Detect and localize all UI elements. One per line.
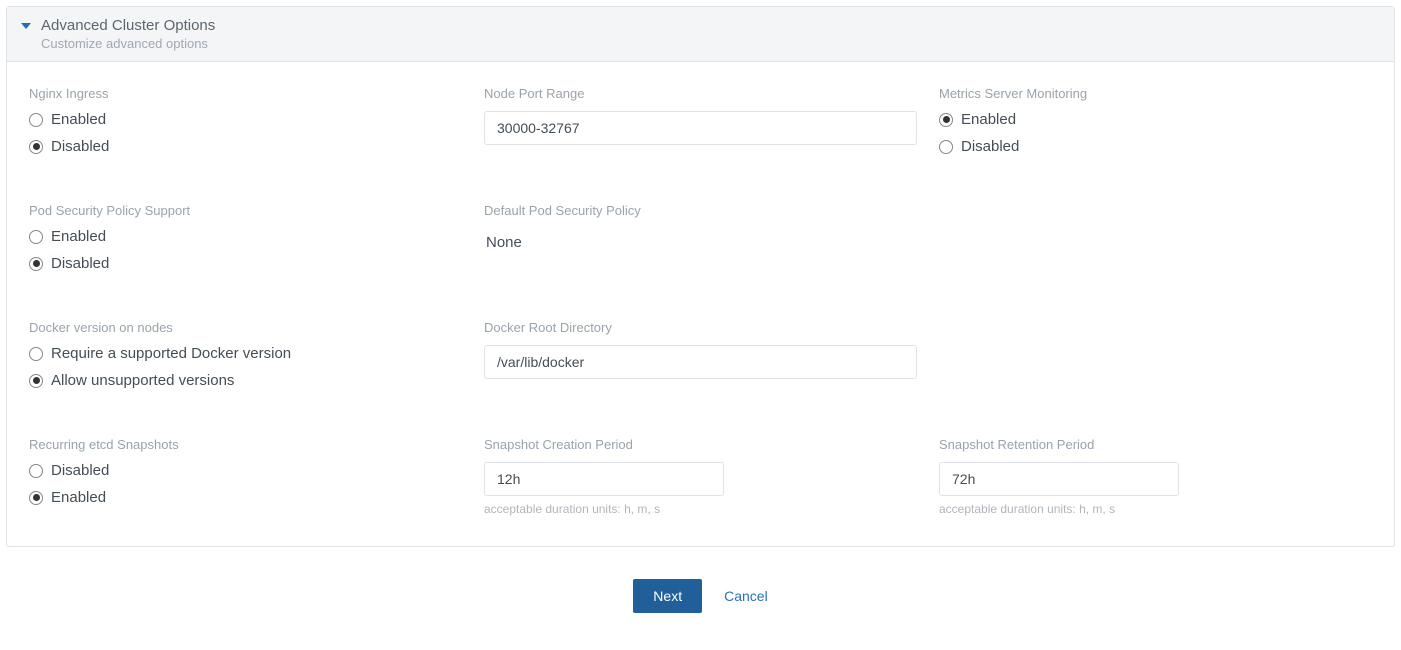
etcd-snapshots-field: Recurring etcd Snapshots Disabled Enable… (29, 437, 462, 516)
docker-version-field: Docker version on nodes Require a suppor… (29, 320, 462, 399)
snapshot-creation-hint: acceptable duration units: h, m, s (484, 502, 917, 516)
node-port-range-label: Node Port Range (484, 86, 917, 101)
psp-disabled-text: Disabled (51, 255, 109, 272)
metrics-server-field: Metrics Server Monitoring Enabled Disabl… (939, 86, 1372, 165)
psp-disabled-radio[interactable] (29, 257, 43, 271)
panel-title: Advanced Cluster Options (41, 17, 215, 34)
snapshot-retention-input[interactable] (939, 462, 1179, 496)
etcd-disabled-text: Disabled (51, 462, 109, 479)
collapse-arrow-icon (21, 23, 31, 29)
nginx-ingress-enabled-text: Enabled (51, 111, 106, 128)
metrics-server-label: Metrics Server Monitoring (939, 86, 1372, 101)
snapshot-retention-label: Snapshot Retention Period (939, 437, 1372, 452)
snapshot-creation-field: Snapshot Creation Period acceptable dura… (484, 437, 917, 516)
advanced-cluster-options-panel: Advanced Cluster Options Customize advan… (6, 6, 1395, 547)
docker-version-require-radio[interactable] (29, 347, 43, 361)
pod-security-policy-field: Pod Security Policy Support Enabled Disa… (29, 203, 462, 282)
docker-root-label: Docker Root Directory (484, 320, 917, 335)
etcd-snapshots-label: Recurring etcd Snapshots (29, 437, 462, 452)
panel-body: Nginx Ingress Enabled Disabled Node Port… (7, 62, 1394, 546)
nginx-ingress-enabled-radio[interactable] (29, 113, 43, 127)
metrics-server-enabled-radio[interactable] (939, 113, 953, 127)
nginx-ingress-disabled-text: Disabled (51, 138, 109, 155)
snapshot-retention-field: Snapshot Retention Period acceptable dur… (939, 437, 1372, 516)
docker-version-allow-text: Allow unsupported versions (51, 372, 234, 389)
node-port-range-field: Node Port Range (484, 86, 917, 165)
snapshot-creation-input[interactable] (484, 462, 724, 496)
cancel-button[interactable]: Cancel (724, 588, 768, 604)
docker-root-input[interactable] (484, 345, 917, 379)
default-psp-field: Default Pod Security Policy None (484, 203, 917, 282)
etcd-disabled-radio[interactable] (29, 464, 43, 478)
pod-security-policy-label: Pod Security Policy Support (29, 203, 462, 218)
next-button[interactable]: Next (633, 579, 702, 613)
snapshot-retention-hint: acceptable duration units: h, m, s (939, 502, 1372, 516)
nginx-ingress-field: Nginx Ingress Enabled Disabled (29, 86, 462, 165)
psp-enabled-text: Enabled (51, 228, 106, 245)
panel-subtitle: Customize advanced options (41, 36, 215, 51)
metrics-server-disabled-radio[interactable] (939, 140, 953, 154)
snapshot-creation-label: Snapshot Creation Period (484, 437, 917, 452)
nginx-ingress-label: Nginx Ingress (29, 86, 462, 101)
nginx-ingress-disabled-radio[interactable] (29, 140, 43, 154)
docker-version-label: Docker version on nodes (29, 320, 462, 335)
default-psp-label: Default Pod Security Policy (484, 203, 917, 218)
docker-version-allow-radio[interactable] (29, 374, 43, 388)
metrics-server-enabled-text: Enabled (961, 111, 1016, 128)
metrics-server-disabled-text: Disabled (961, 138, 1019, 155)
node-port-range-input[interactable] (484, 111, 917, 145)
footer-actions: Next Cancel (6, 547, 1395, 623)
panel-header[interactable]: Advanced Cluster Options Customize advan… (7, 7, 1394, 62)
etcd-enabled-radio[interactable] (29, 491, 43, 505)
psp-enabled-radio[interactable] (29, 230, 43, 244)
docker-root-field: Docker Root Directory (484, 320, 917, 399)
docker-version-require-text: Require a supported Docker version (51, 345, 291, 362)
etcd-enabled-text: Enabled (51, 489, 106, 506)
default-psp-value: None (484, 228, 917, 257)
